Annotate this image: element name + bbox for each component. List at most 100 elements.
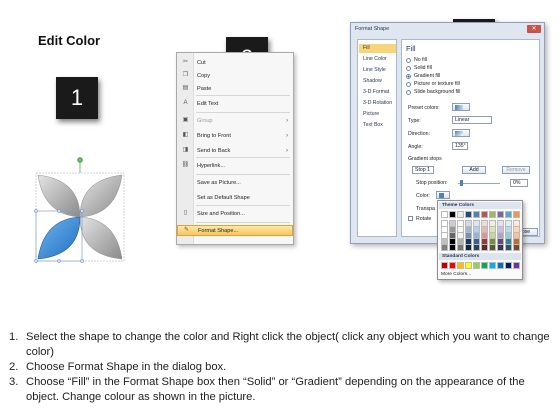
standard-color-swatch[interactable]	[481, 262, 488, 269]
theme-color-swatch[interactable]	[497, 244, 504, 251]
fill-option-label: No fill	[414, 57, 427, 63]
standard-color-swatch[interactable]	[457, 262, 464, 269]
category-3-d-format[interactable]: 3-D Format	[359, 88, 396, 97]
menu-item-label: Size and Position...	[197, 210, 245, 217]
rotate-checkbox[interactable]	[408, 216, 413, 221]
radio-button[interactable]	[406, 81, 411, 87]
theme-color-swatch[interactable]	[449, 244, 456, 251]
stop-select[interactable]: Stop 1	[412, 166, 434, 174]
menu-item-send-to-back[interactable]: ◨ Send to Back ›	[177, 145, 293, 156]
hyperlink-icon: ⛓	[181, 162, 190, 168]
menu-item-label: Set as Default Shape	[197, 194, 250, 201]
menu-item-hyperlink[interactable]: ⛓ Hyperlink...	[177, 160, 293, 171]
category-3-d-rotation[interactable]: 3-D Rotation	[359, 99, 396, 108]
color-picker-button[interactable]	[436, 191, 450, 199]
fill-option-label: Gradient fill	[414, 73, 441, 79]
transparency-label: Transpa	[416, 206, 435, 212]
radio-button[interactable]	[406, 57, 411, 63]
dialog-close-button[interactable]: ✕	[527, 25, 541, 33]
menu-item-set-as-default-shape[interactable]: Set as Default Shape	[177, 192, 293, 203]
fill-option-gradient-fill[interactable]: Gradient fill	[406, 73, 440, 79]
direction-dropdown[interactable]	[452, 129, 470, 137]
dialog-title: Format Shape	[355, 26, 390, 32]
bring-front-icon: ◧	[182, 132, 189, 138]
remove-stop-button[interactable]: Remove	[502, 166, 530, 174]
standard-color-swatch[interactable]	[505, 262, 512, 269]
category-shadow[interactable]: Shadow	[359, 77, 396, 86]
step-badge-1: 1	[56, 77, 98, 119]
angle-input[interactable]: 135°	[452, 142, 468, 150]
paint-bucket-icon	[439, 193, 444, 198]
stop-position-slider[interactable]	[458, 183, 500, 184]
menu-item-bring-to-front[interactable]: ◧ Bring to Front ›	[177, 130, 293, 141]
theme-color-swatch[interactable]	[473, 211, 480, 218]
category-picture[interactable]: Picture	[359, 110, 396, 119]
category-line-color[interactable]: Line Color	[359, 55, 396, 64]
theme-color-swatch[interactable]	[489, 211, 496, 218]
type-select[interactable]: Linear	[452, 116, 492, 124]
preset-colors-dropdown[interactable]	[452, 103, 470, 111]
menu-item-size-and-position[interactable]: ▯ Size and Position...	[177, 208, 293, 219]
step-number: 2.	[9, 361, 19, 373]
theme-color-swatch[interactable]	[505, 211, 512, 218]
theme-color-swatch[interactable]	[449, 211, 456, 218]
menu-item-save-as-picture[interactable]: Save as Picture...	[177, 177, 293, 188]
standard-color-swatch[interactable]	[449, 262, 456, 269]
menu-item-label: Format Shape...	[198, 227, 239, 234]
theme-color-swatch[interactable]	[489, 244, 496, 251]
menu-item-format-shape[interactable]: ✎ Format Shape...	[177, 225, 293, 236]
theme-color-swatch[interactable]	[473, 244, 480, 251]
menu-item-edit-text[interactable]: A Edit Text	[177, 98, 293, 109]
angle-label: Angle:	[408, 144, 423, 150]
more-colors-link[interactable]: More Colors...	[441, 272, 471, 277]
add-stop-button[interactable]: Add	[462, 166, 486, 174]
category-fill[interactable]: Fill	[359, 44, 396, 53]
step-number: 3.	[9, 376, 19, 388]
selected-shape[interactable]	[30, 155, 130, 275]
theme-color-swatch[interactable]	[505, 244, 512, 251]
standard-color-swatch[interactable]	[513, 262, 520, 269]
theme-color-swatch[interactable]	[441, 211, 448, 218]
stop-position-input[interactable]: 0%	[510, 179, 528, 187]
standard-color-swatch[interactable]	[465, 262, 472, 269]
menu-item-label: Hyperlink...	[197, 162, 225, 169]
slide-title: Edit Color	[38, 33, 101, 48]
menu-item-copy[interactable]: ❐ Copy	[177, 70, 293, 81]
theme-color-swatch[interactable]	[457, 211, 464, 218]
standard-color-swatch[interactable]	[473, 262, 480, 269]
radio-button[interactable]	[406, 73, 411, 79]
theme-color-swatch[interactable]	[465, 244, 472, 251]
standard-color-swatch[interactable]	[489, 262, 496, 269]
instructions-list: 1. Select the shape to change the color a…	[9, 330, 554, 405]
theme-color-swatch[interactable]	[497, 211, 504, 218]
petal-shape-graphic	[34, 157, 125, 263]
theme-color-swatch[interactable]	[513, 244, 520, 251]
menu-item-group[interactable]: ▣ Group ›	[177, 115, 293, 126]
step-number: 1.	[9, 331, 19, 343]
slider-thumb[interactable]	[460, 180, 463, 186]
fill-option-label: Slide background fill	[414, 89, 461, 95]
fill-option-picture-or-texture-fill[interactable]: Picture or texture fill	[406, 81, 460, 87]
category-line-style[interactable]: Line Style	[359, 66, 396, 75]
menu-separator	[196, 174, 290, 175]
menu-item-cut[interactable]: ✂ Cut	[177, 57, 293, 68]
theme-color-swatch[interactable]	[465, 211, 472, 218]
type-label: Type:	[408, 118, 421, 124]
fill-option-no-fill[interactable]: No fill	[406, 57, 427, 63]
send-back-icon: ◨	[182, 147, 189, 153]
group-icon: ▣	[182, 117, 189, 123]
category-text-box[interactable]: Text Box	[359, 121, 396, 130]
standard-color-swatch[interactable]	[497, 262, 504, 269]
theme-color-swatch[interactable]	[481, 211, 488, 218]
radio-button[interactable]	[406, 65, 411, 71]
fill-option-slide-background-fill[interactable]: Slide background fill	[406, 89, 460, 95]
theme-color-swatch[interactable]	[457, 244, 464, 251]
fill-option-solid-fill[interactable]: Solid fill	[406, 65, 432, 71]
menu-item-paste[interactable]: ▤ Paste	[177, 83, 293, 94]
radio-button[interactable]	[406, 89, 411, 95]
theme-color-swatch[interactable]	[513, 211, 520, 218]
theme-color-swatch[interactable]	[441, 244, 448, 251]
fill-option-label: Picture or texture fill	[414, 81, 460, 87]
theme-color-swatch[interactable]	[481, 244, 488, 251]
standard-color-swatch[interactable]	[441, 262, 448, 269]
